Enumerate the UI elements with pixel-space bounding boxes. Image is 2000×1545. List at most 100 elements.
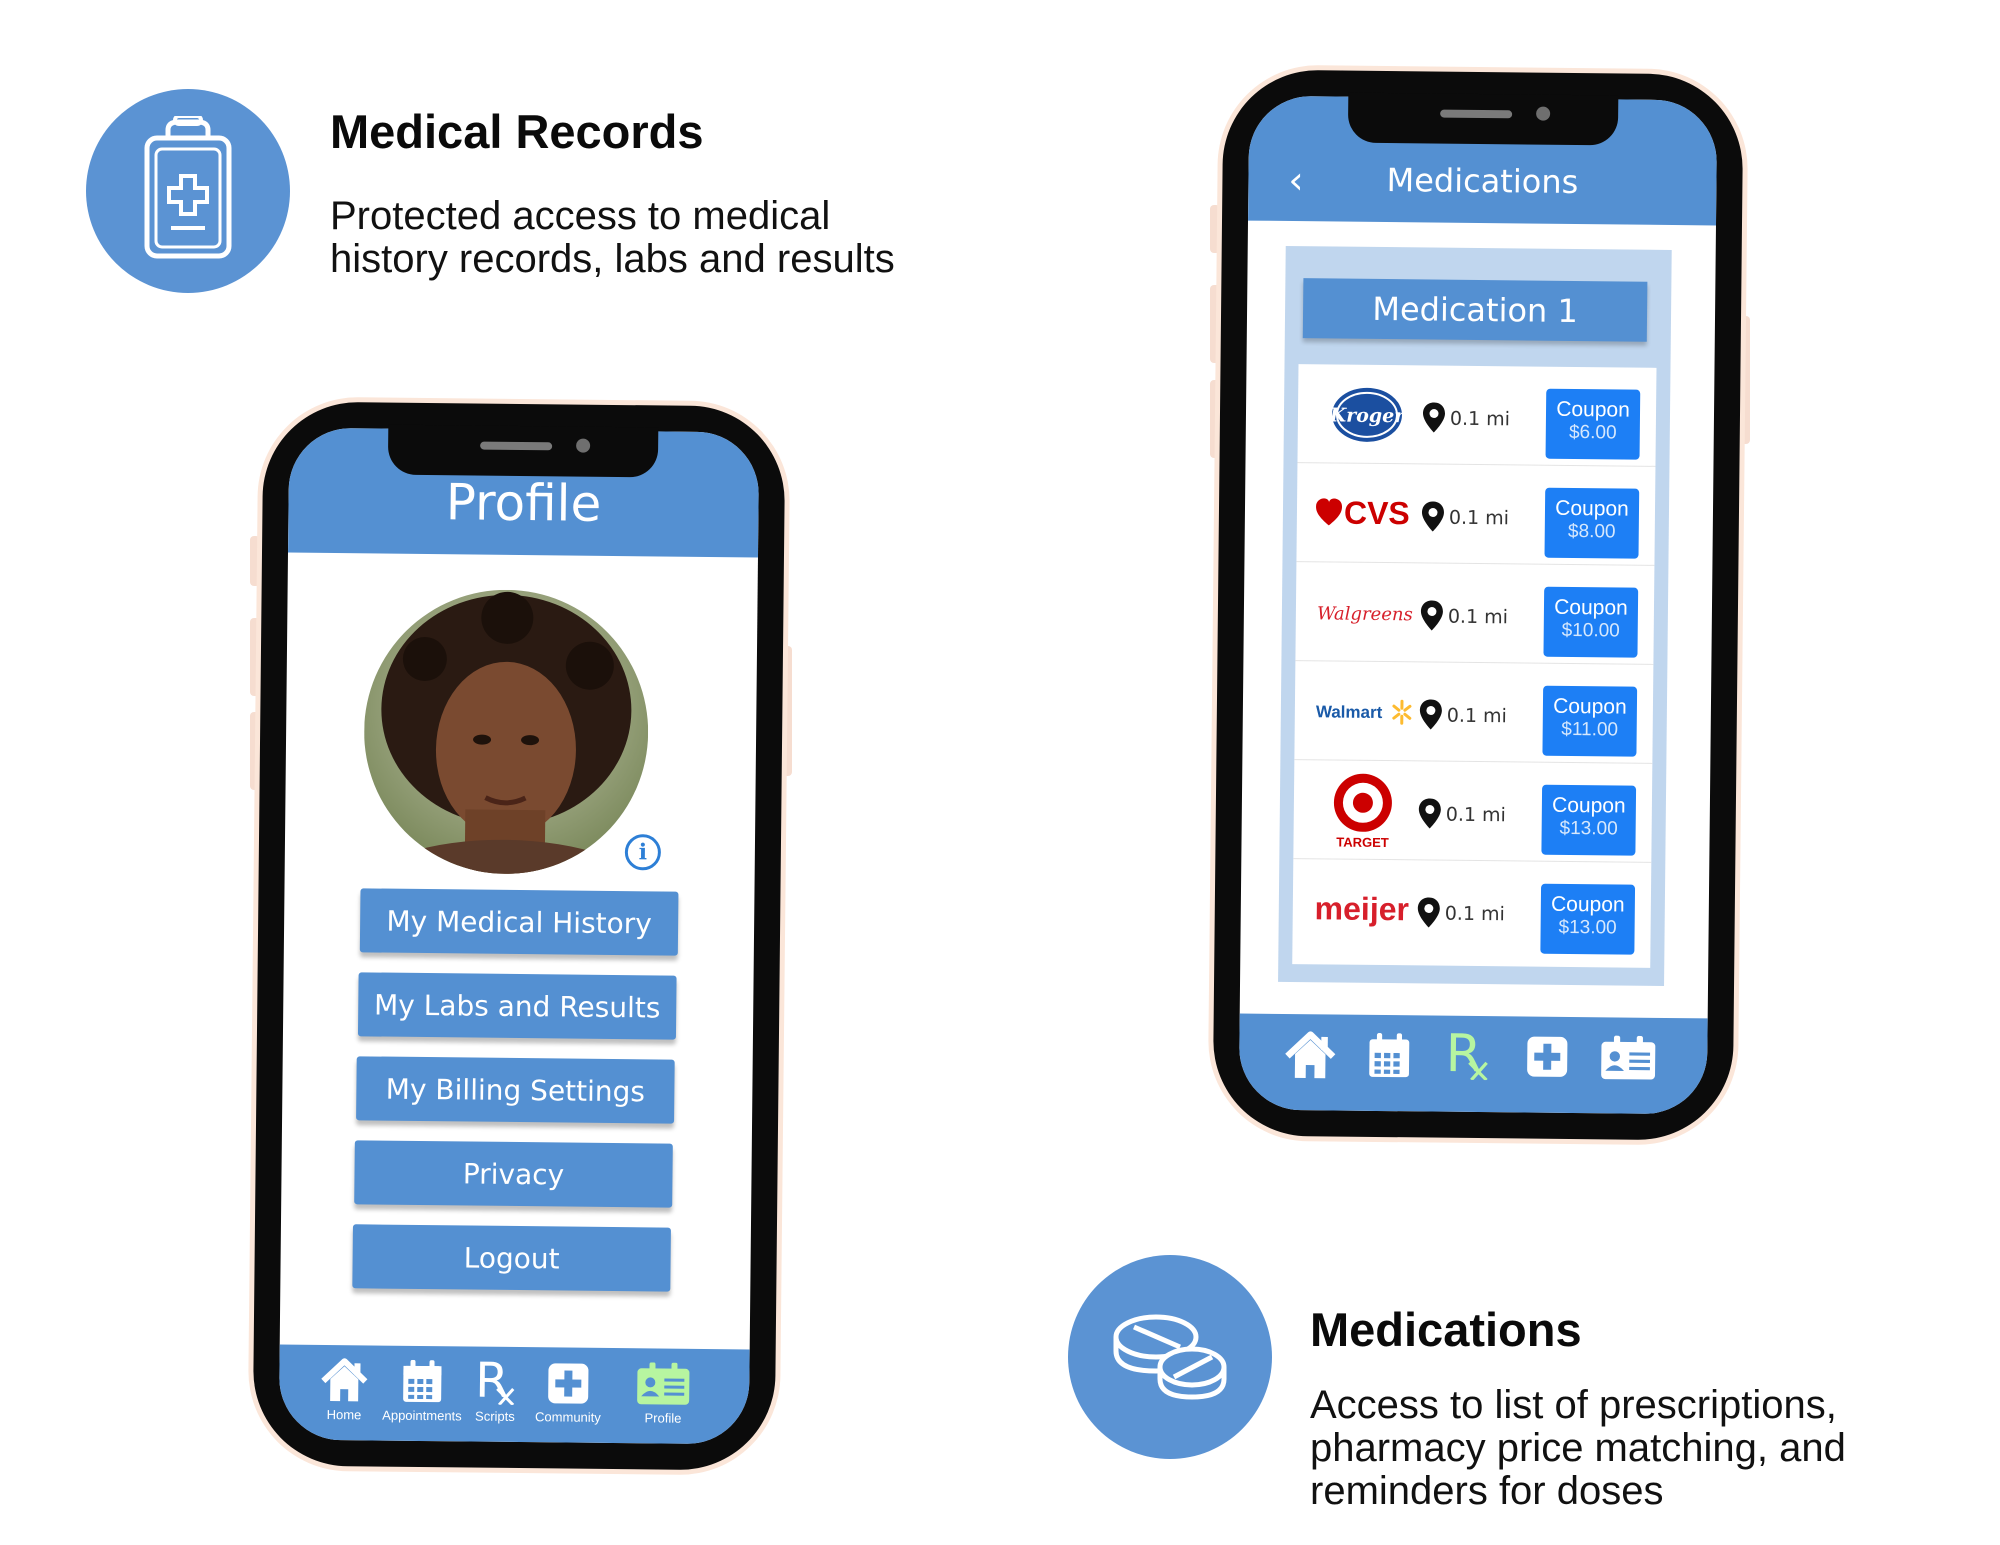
page-title: Profile — [445, 473, 602, 533]
coupon-button[interactable]: Coupon $11.00 — [1542, 685, 1638, 757]
pharmacy-row-cvs[interactable]: CVS 0.1 mi Coupon $8.00 — [1296, 463, 1656, 566]
location-pin-icon — [1419, 699, 1442, 730]
medication-card: Medication 1 Kroger 0.1 mi Coupon $6.00 … — [1278, 245, 1672, 986]
target-logo-text: TARGET — [1336, 834, 1389, 850]
my-billing-settings-button[interactable]: My Billing Settings — [356, 1056, 675, 1124]
phone-side-button — [1210, 205, 1220, 253]
kroger-logo-text: Kroger — [1329, 404, 1406, 427]
coupon-button[interactable]: Coupon $13.00 — [1541, 784, 1637, 856]
coupon-button[interactable]: Coupon $13.00 — [1540, 883, 1636, 955]
my-medical-history-button[interactable]: My Medical History — [359, 888, 679, 956]
location-pin-icon — [1418, 798, 1441, 829]
walmart-logo: Walmart — [1308, 661, 1419, 761]
medications-phone: ‹ Medications Medication 1 Kroger 0.1 mi… — [1212, 69, 1744, 1141]
phone-speaker — [1440, 109, 1513, 119]
id-card-icon — [637, 1362, 690, 1405]
phone-side-button — [250, 712, 260, 790]
distance-label: 0.1 mi — [1449, 407, 1511, 431]
pharmacy-row-walgreens[interactable]: Walgreens 0.1 mi Coupon $10.00 — [1295, 562, 1655, 665]
marketing-canvas: Medical Records Protected access to medi… — [0, 0, 2000, 1545]
kroger-logo: Kroger — [1311, 364, 1422, 464]
heart-icon — [1316, 497, 1343, 525]
medical-records-title: Medical Records — [330, 105, 704, 158]
coupon-price: $8.00 — [1567, 520, 1616, 543]
coupon-label: Coupon — [1556, 397, 1630, 422]
cvs-logo: CVS — [1310, 463, 1421, 563]
avatar[interactable] — [362, 588, 650, 876]
nav-scripts[interactable]: R — [1437, 1026, 1498, 1081]
cvs-logo-text: CVS — [1344, 495, 1410, 531]
meijer-logo: meijer — [1306, 859, 1417, 959]
pharmacy-row-kroger[interactable]: Kroger 0.1 mi Coupon $6.00 — [1297, 364, 1657, 467]
location-pin-icon — [1421, 501, 1444, 532]
coupon-label: Coupon — [1553, 694, 1627, 719]
nav-home[interactable]: Home — [309, 1357, 380, 1423]
walgreens-logo-mark: Walgreens — [1317, 603, 1413, 625]
cvs-logo-mark: CVS — [1316, 495, 1410, 531]
description-line: Protected access to medical — [330, 194, 831, 238]
medications-screen: ‹ Medications Medication 1 Kroger 0.1 mi… — [1238, 95, 1718, 1115]
clipboard-icon — [144, 116, 232, 259]
spark-icon — [1392, 699, 1412, 725]
logout-button[interactable]: Logout — [352, 1224, 671, 1292]
medical-records-icon — [86, 89, 290, 293]
meijer-logo-mark: meijer — [1314, 890, 1409, 927]
coupon-label: Coupon — [1552, 793, 1626, 818]
pharmacy-row-walmart[interactable]: Walmart 0.1 mi Coupon $11.00 — [1294, 661, 1654, 764]
phone-camera — [1536, 106, 1551, 121]
coupon-label: Coupon — [1555, 496, 1629, 521]
phone-side-button — [1210, 380, 1220, 458]
info-icon[interactable]: i — [624, 834, 662, 871]
nav-label: Home — [326, 1407, 362, 1423]
nav-profile[interactable]: Profile — [625, 1362, 702, 1426]
walmart-logo-mark: Walmart — [1316, 699, 1412, 725]
walgreens-logo: Walgreens — [1309, 562, 1420, 662]
pharmacy-row-target[interactable]: TARGET 0.1 mi Coupon $13.00 — [1293, 760, 1653, 863]
location-pin-icon — [1423, 402, 1446, 433]
medications-title: Medications — [1310, 1303, 1582, 1356]
nav-appointments[interactable] — [1359, 1032, 1419, 1080]
bottom-nav: Home Appointments R Scripts Community Pr… — [278, 1344, 750, 1445]
nav-profile[interactable] — [1593, 1035, 1663, 1082]
nav-home[interactable] — [1275, 1030, 1346, 1081]
bottom-nav: R — [1238, 1013, 1708, 1115]
medical-cross-icon — [1527, 1036, 1568, 1077]
kroger-logo-mark: Kroger — [1329, 387, 1406, 442]
medical-cross-icon — [548, 1363, 589, 1404]
description-line: reminders for doses — [1310, 1469, 1664, 1513]
page-title: Medications — [1386, 161, 1579, 202]
medications-description: Access to list of prescriptions, pharmac… — [1310, 1384, 1846, 1513]
coupon-price: $13.00 — [1558, 916, 1617, 939]
coupon-button[interactable]: Coupon $10.00 — [1543, 586, 1639, 658]
nav-appointments[interactable]: Appointments — [377, 1359, 468, 1424]
phone-camera — [576, 438, 591, 453]
distance-label: 0.1 mi — [1447, 605, 1509, 629]
coupon-price: $13.00 — [1559, 817, 1618, 840]
phone-side-button — [250, 618, 260, 696]
target-logo: TARGET — [1307, 760, 1418, 860]
phone-side-button — [782, 646, 792, 776]
distance-label: 0.1 mi — [1445, 803, 1506, 827]
target-logo-mark: TARGET — [1333, 773, 1392, 850]
prescription-icon: R — [1445, 1026, 1488, 1081]
coupon-button[interactable]: Coupon $8.00 — [1544, 487, 1640, 559]
profile-screen: Profile i My Medical History My Labs and… — [278, 427, 760, 1445]
description-line: Access to list of prescriptions, — [1310, 1383, 1837, 1427]
calendar-icon — [1369, 1032, 1410, 1078]
my-labs-and-results-button[interactable]: My Labs and Results — [357, 972, 677, 1040]
nav-community[interactable]: Community — [515, 1361, 622, 1425]
phone-side-button — [1740, 316, 1750, 444]
coupon-button[interactable]: Coupon $6.00 — [1545, 388, 1641, 460]
distance-label: 0.1 mi — [1448, 506, 1510, 530]
nav-label: Scripts — [475, 1408, 515, 1424]
location-pin-icon — [1420, 600, 1443, 631]
prescription-icon: R — [475, 1355, 515, 1406]
location-pin-icon — [1417, 897, 1440, 928]
nav-community[interactable] — [1517, 1034, 1577, 1079]
pharmacy-row-meijer[interactable]: meijer 0.1 mi Coupon $13.00 — [1292, 859, 1651, 962]
medication-name[interactable]: Medication 1 — [1302, 278, 1648, 342]
medications-icon — [1068, 1255, 1272, 1459]
phone-side-button — [1210, 285, 1220, 363]
nav-label: Community — [535, 1409, 601, 1425]
privacy-button[interactable]: Privacy — [354, 1140, 673, 1208]
